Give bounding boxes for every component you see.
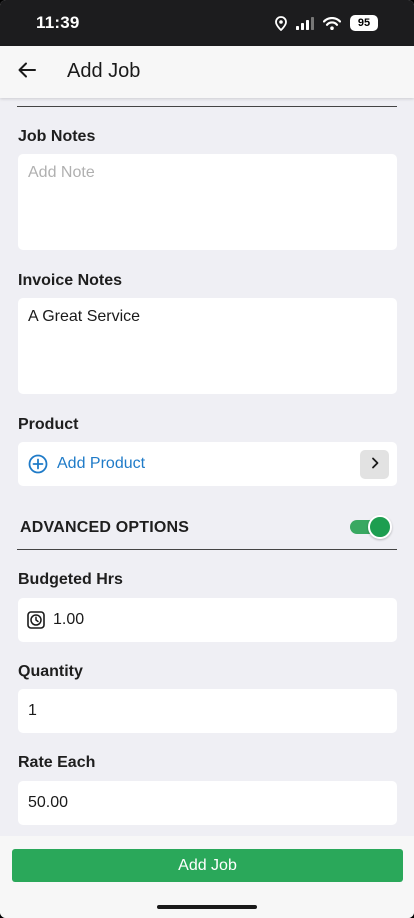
section-divider: [17, 106, 397, 107]
advanced-options-title: ADVANCED OPTIONS: [20, 519, 190, 536]
app-header: Add Job: [0, 46, 414, 98]
quantity-label: Quantity: [18, 663, 83, 680]
wifi-icon: [323, 16, 341, 30]
product-label: Product: [18, 416, 79, 433]
budgeted-hrs-label: Budgeted Hrs: [18, 571, 123, 588]
advanced-options-toggle[interactable]: [350, 514, 392, 540]
location-icon: [275, 15, 287, 31]
plus-circle-icon: [28, 454, 48, 474]
clock-icon: [27, 611, 45, 629]
toggle-knob: [368, 515, 392, 539]
job-notes-field[interactable]: [18, 154, 397, 250]
status-time: 11:39: [36, 13, 80, 32]
budgeted-hrs-field[interactable]: [18, 598, 397, 642]
job-notes-label: Job Notes: [18, 128, 96, 145]
footer: Add Job: [0, 836, 414, 918]
add-product-label: Add Product: [57, 455, 146, 472]
advanced-divider: [17, 549, 397, 550]
back-button[interactable]: [12, 58, 42, 86]
product-chevron-button[interactable]: [360, 450, 389, 479]
signal-icon: [296, 16, 314, 30]
add-product-button[interactable]: Add Product: [18, 442, 397, 486]
add-job-button[interactable]: Add Job: [12, 849, 403, 882]
budgeted-hrs-input[interactable]: [45, 611, 397, 629]
invoice-notes-label: Invoice Notes: [18, 272, 123, 289]
phone-screen: 11:39 95 Add Job Job Notes Add Note Invo…: [0, 0, 414, 918]
rate-each-field[interactable]: [18, 781, 397, 825]
invoice-notes-field[interactable]: A Great Service: [18, 298, 397, 394]
home-indicator[interactable]: [157, 905, 257, 909]
quantity-input[interactable]: [18, 702, 397, 720]
arrow-left-icon: [18, 62, 36, 83]
chevron-right-icon: [371, 456, 379, 474]
page-title: Add Job: [67, 60, 141, 82]
battery-icon: 95: [350, 15, 378, 31]
rate-each-label: Rate Each: [18, 754, 96, 771]
quantity-field[interactable]: [18, 689, 397, 733]
rate-each-input[interactable]: [18, 794, 397, 812]
status-icons: 95: [275, 13, 378, 33]
form-content[interactable]: Job Notes Invoice Notes A Great Service …: [0, 98, 414, 836]
status-bar: 11:39 95: [0, 0, 414, 46]
